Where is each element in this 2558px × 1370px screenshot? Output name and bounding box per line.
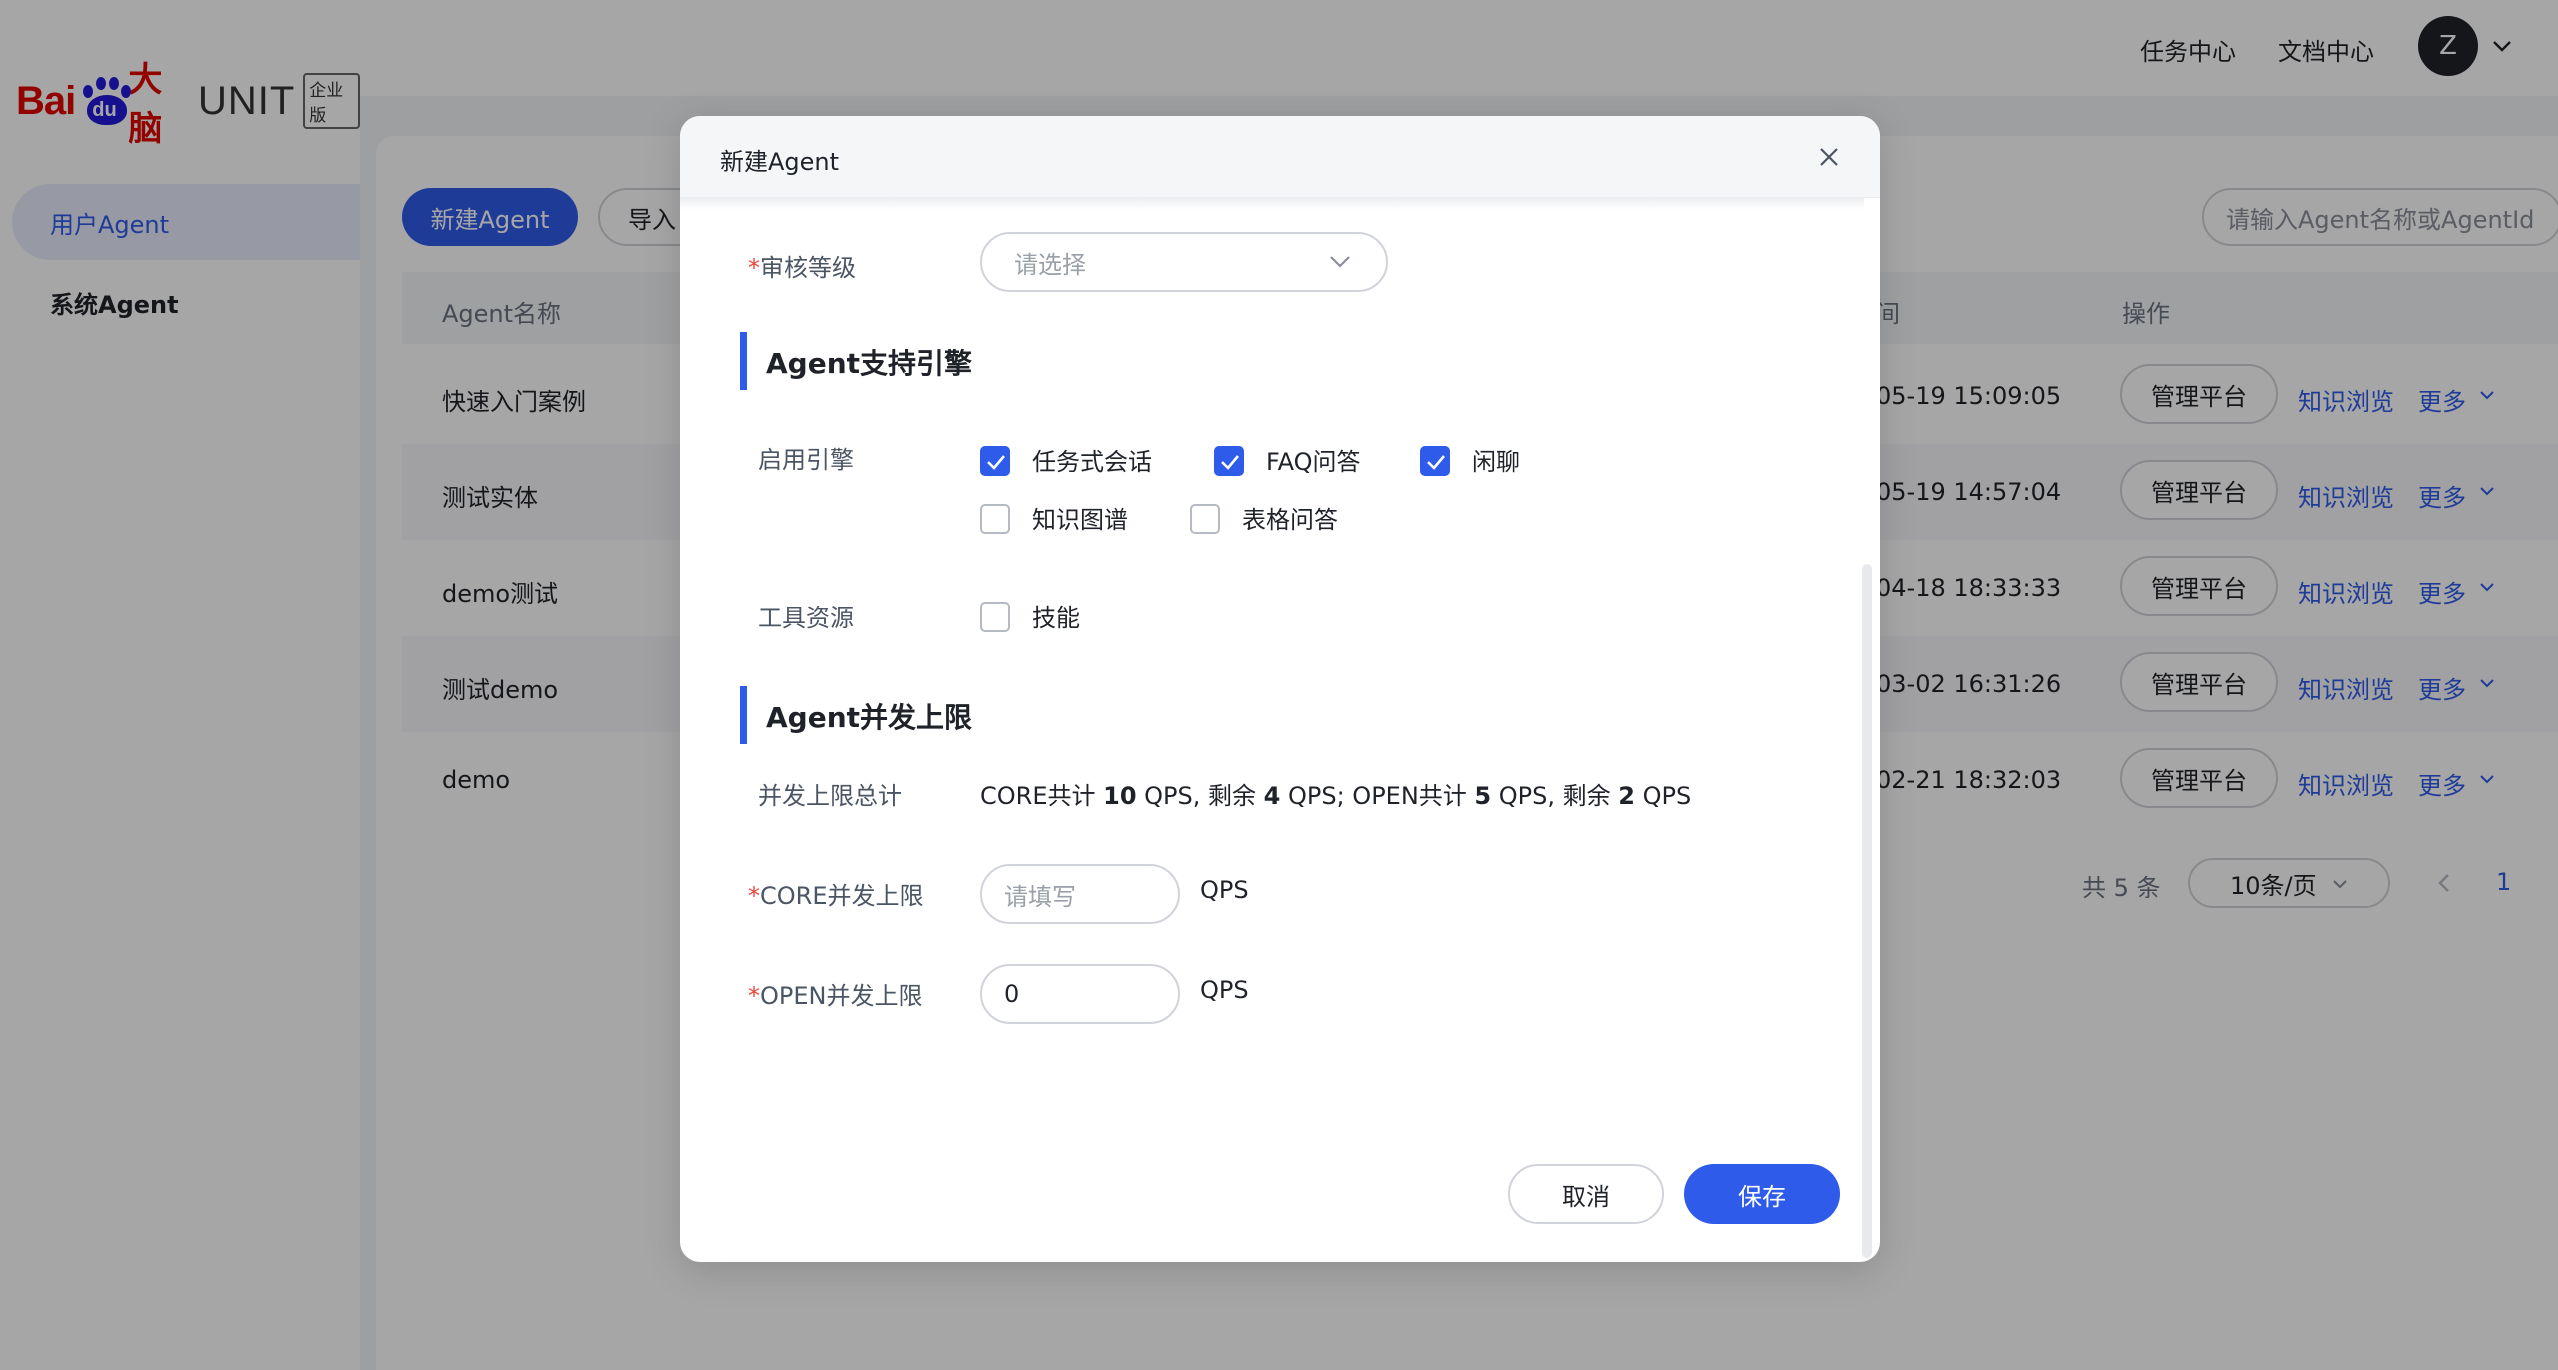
summary-open-total: 5: [1474, 782, 1492, 810]
engine-task-label[interactable]: 任务式会话: [1032, 442, 1152, 477]
core-limit-label: *CORE并发上限: [748, 876, 924, 911]
open-limit-label: *OPEN并发上限: [748, 976, 922, 1011]
review-level-select[interactable]: 请选择: [980, 232, 1388, 292]
core-limit-text: CORE并发上限: [760, 882, 924, 910]
cancel-button[interactable]: 取消: [1508, 1164, 1664, 1224]
section-accent-bar: [740, 686, 747, 744]
engine-tableqa-label[interactable]: 表格问答: [1242, 500, 1338, 535]
dialog-title: 新建Agent: [720, 148, 840, 176]
check-icon: [1221, 455, 1239, 470]
review-level-label: *审核等级: [748, 248, 856, 283]
engine-tableqa-checkbox[interactable]: [1190, 504, 1220, 534]
tool-skill-checkbox[interactable]: [980, 602, 1010, 632]
dialog-scrollbar[interactable]: [1862, 564, 1872, 1258]
core-limit-input[interactable]: 请填写: [980, 864, 1180, 924]
chevron-down-icon: [1330, 256, 1350, 268]
check-icon: [987, 455, 1005, 470]
summary-open-rest: 2: [1618, 782, 1635, 810]
engines-label: 启用引擎: [758, 446, 854, 474]
engine-task-checkbox[interactable]: [980, 446, 1010, 476]
open-limit-unit: QPS: [1200, 976, 1249, 1004]
engine-kg-checkbox[interactable]: [980, 504, 1010, 534]
concurrency-summary: CORE共计 10 QPS, 剩余 4 QPS; OPEN共计 5 QPS, 剩…: [980, 776, 1691, 811]
required-mark: *: [748, 982, 760, 1010]
core-limit-unit: QPS: [1200, 876, 1249, 904]
engine-section-title: Agent支持引擎: [766, 347, 973, 380]
tool-skill-label[interactable]: 技能: [1032, 598, 1080, 633]
tools-label: 工具资源: [758, 604, 854, 632]
summary-core-prefix: CORE共计: [980, 782, 1104, 810]
engine-chitchat-checkbox[interactable]: [1420, 446, 1450, 476]
summary-open-rest-prefix: QPS, 剩余: [1491, 782, 1619, 810]
engine-faq-label[interactable]: FAQ问答: [1266, 442, 1361, 477]
total-limit-label: 并发上限总计: [758, 782, 902, 810]
summary-core-rest: 4: [1263, 782, 1281, 810]
summary-suffix: QPS: [1634, 782, 1692, 810]
review-level-text: 审核等级: [760, 254, 856, 282]
section-accent-bar: [740, 332, 747, 390]
engine-kg-label[interactable]: 知识图谱: [1032, 500, 1128, 535]
summary-core-rest-prefix: QPS, 剩余: [1136, 782, 1264, 810]
engine-faq-checkbox[interactable]: [1214, 446, 1244, 476]
concurrency-section-title: Agent并发上限: [766, 701, 973, 734]
required-mark: *: [748, 254, 760, 282]
summary-core-total: 10: [1103, 782, 1137, 810]
close-icon[interactable]: [1814, 142, 1844, 172]
check-icon: [1427, 455, 1445, 470]
summary-open-prefix: QPS; OPEN共计: [1280, 782, 1475, 810]
dialog-header: 新建Agent: [680, 116, 1880, 198]
save-button[interactable]: 保存: [1684, 1164, 1840, 1224]
open-limit-input[interactable]: 0: [980, 964, 1180, 1024]
open-limit-text: OPEN并发上限: [760, 982, 923, 1010]
engine-chitchat-label[interactable]: 闲聊: [1472, 442, 1520, 477]
header-divider: [680, 198, 1864, 210]
required-mark: *: [748, 882, 760, 910]
new-agent-dialog: 新建Agent *审核等级 请选择 Agent支持引擎 启用引擎 任务式会话 F…: [680, 116, 1880, 1262]
